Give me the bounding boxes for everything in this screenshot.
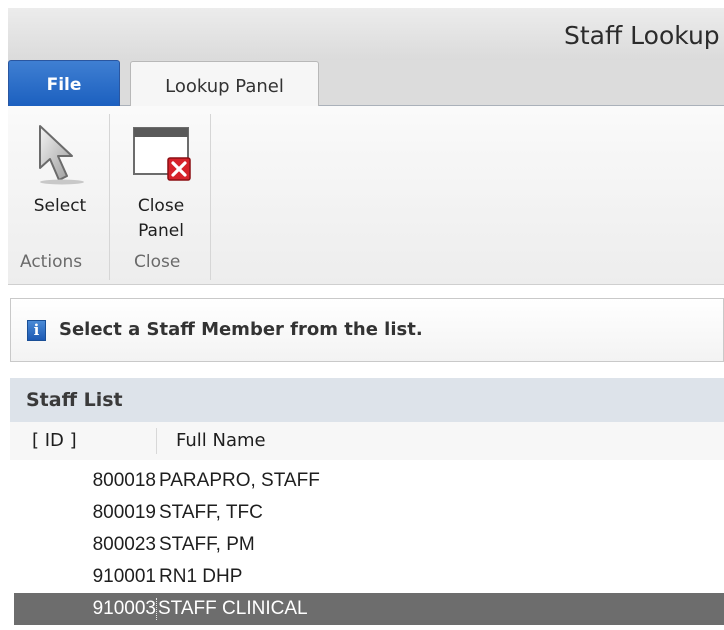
column-separator xyxy=(156,428,157,454)
group-separator xyxy=(109,114,110,280)
staff-lookup-window: Staff Lookup File Lookup Panel Select Cl… xyxy=(0,0,724,630)
window-title: Staff Lookup xyxy=(564,21,720,50)
row-id: 800023 xyxy=(92,534,156,555)
table-row-selected[interactable]: 910003 STAFF CLINICAL xyxy=(14,593,724,625)
row-id: 910001 xyxy=(92,566,156,587)
ribbon-panel xyxy=(8,106,724,285)
table-row[interactable]: 800019 STAFF, TFC xyxy=(14,497,724,529)
row-id: 910003 xyxy=(92,598,156,619)
title-bar: Staff Lookup xyxy=(8,8,724,66)
row-name: STAFF CLINICAL xyxy=(156,598,308,620)
column-header-full-name[interactable]: Full Name xyxy=(176,430,266,451)
close-panel-button[interactable]: Close Panel xyxy=(120,124,202,244)
row-name: PARAPRO, STAFF xyxy=(159,470,320,491)
table-row[interactable]: 800018 PARAPRO, STAFF xyxy=(14,465,724,497)
info-message: Select a Staff Member from the list. xyxy=(59,319,423,340)
info-icon: i xyxy=(27,320,46,341)
column-header-row: [ ID ] Full Name xyxy=(10,422,724,460)
close-panel-label-line1: Close xyxy=(137,196,185,216)
group-label-actions: Actions xyxy=(20,252,83,272)
close-panel-label-line2: Panel xyxy=(138,221,184,241)
staff-list-title: Staff List xyxy=(26,389,123,411)
row-id: 800019 xyxy=(92,502,156,523)
staff-list-header: Staff List xyxy=(10,378,724,422)
row-name: STAFF, TFC xyxy=(159,502,263,523)
row-name: STAFF, PM xyxy=(159,534,255,555)
column-header-id[interactable]: [ ID ] xyxy=(32,430,77,451)
table-row[interactable]: 910001 RN1 DHP xyxy=(14,561,724,593)
cursor-arrow-icon xyxy=(39,125,84,185)
select-button[interactable]: Select xyxy=(20,124,100,219)
group-separator xyxy=(210,114,211,280)
tab-lookup-panel[interactable]: Lookup Panel xyxy=(130,61,319,107)
tab-file[interactable]: File xyxy=(8,60,120,107)
row-id: 800018 xyxy=(92,470,156,491)
table-row[interactable]: 800023 STAFF, PM xyxy=(14,529,724,561)
select-button-label: Select xyxy=(33,196,87,216)
row-name: RN1 DHP xyxy=(159,566,243,587)
group-label-close: Close xyxy=(134,252,181,272)
info-bar: i Select a Staff Member from the list. xyxy=(10,298,724,362)
close-window-icon xyxy=(133,127,191,181)
